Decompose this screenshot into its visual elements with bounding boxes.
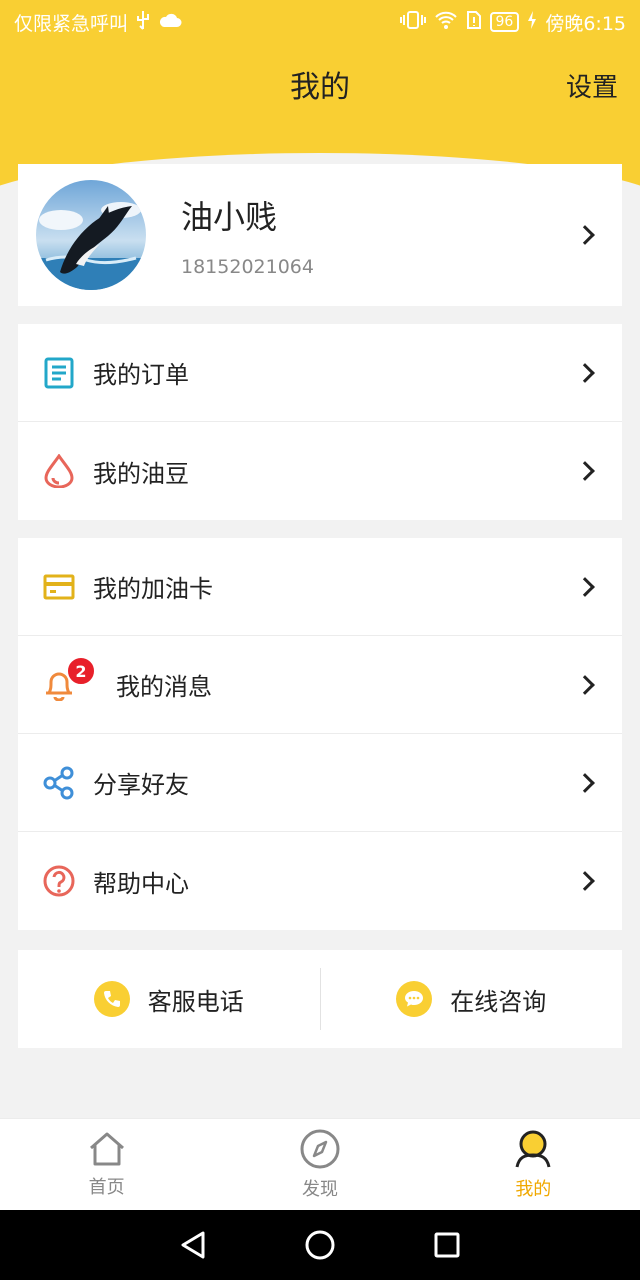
chevron-right-icon <box>575 773 595 793</box>
profile-name: 油小贱 <box>181 198 278 236</box>
menu-label: 我的油豆 <box>93 459 189 488</box>
back-icon[interactable] <box>173 1225 213 1265</box>
chevron-right-icon <box>575 363 595 383</box>
sim-icon <box>466 10 482 35</box>
online-consult-button[interactable]: 在线咨询 <box>321 950 623 1048</box>
menu-item-share[interactable]: 分享好友 <box>18 734 622 832</box>
tab-label: 我的 <box>515 1178 552 1200</box>
chevron-right-icon <box>575 577 595 597</box>
share-icon <box>42 766 76 800</box>
chat-icon <box>396 981 433 1017</box>
battery-indicator: 96 <box>489 12 520 32</box>
title-bar: 我的 设置 <box>0 60 640 116</box>
page-title: 我的 <box>290 70 350 105</box>
home-circle-icon[interactable] <box>300 1225 340 1265</box>
profile-phone: 18152021064 <box>181 256 314 278</box>
tab-discover[interactable]: 发现 <box>213 1119 426 1210</box>
unread-badge: 2 <box>66 656 96 686</box>
tab-label: 首页 <box>88 1176 125 1198</box>
recents-icon[interactable] <box>427 1225 467 1265</box>
menu-label: 帮助中心 <box>93 869 189 898</box>
usb-icon <box>136 10 150 35</box>
profile-card[interactable]: 油小贱 18152021064 <box>18 164 622 306</box>
clock: 傍晚6:15 <box>545 12 626 35</box>
help-icon <box>42 864 76 898</box>
cloud-icon <box>158 11 182 33</box>
system-nav-bar <box>0 1210 640 1280</box>
menu-item-help[interactable]: 帮助中心 <box>18 832 622 930</box>
tab-home[interactable]: 首页 <box>0 1119 213 1210</box>
menu-item-orders[interactable]: 我的订单 <box>18 324 622 422</box>
chevron-right-icon <box>575 871 595 891</box>
home-icon <box>88 1131 126 1171</box>
vibrate-icon <box>399 10 426 35</box>
menu-label: 我的加油卡 <box>93 575 213 603</box>
tab-label: 发现 <box>301 1178 338 1200</box>
profile-icon <box>513 1129 553 1173</box>
carrier-text: 仅限紧急呼叫 <box>14 12 129 35</box>
customer-service-phone-button[interactable]: 客服电话 <box>18 950 320 1048</box>
status-left: 仅限紧急呼叫 <box>14 9 182 36</box>
status-bar: 仅限紧急呼叫 96 傍晚6:15 <box>0 0 640 44</box>
tab-profile[interactable]: 我的 <box>427 1119 640 1210</box>
menu-label: 我的订单 <box>93 361 189 389</box>
menu-label: 分享好友 <box>93 771 189 799</box>
menu-item-oil-beans[interactable]: 我的油豆 <box>18 422 622 520</box>
wifi-icon <box>434 11 458 34</box>
charging-icon <box>527 10 537 34</box>
bottom-tab-bar: 首页 发现 我的 <box>0 1118 640 1210</box>
menu-group-primary: 我的订单 我的油豆 <box>18 324 622 520</box>
avatar[interactable] <box>36 180 146 290</box>
status-right: 96 傍晚6:15 <box>399 9 626 36</box>
order-list-icon <box>42 356 76 390</box>
compass-icon <box>300 1129 340 1173</box>
contact-chat-label: 在线咨询 <box>450 987 547 1016</box>
chevron-right-icon <box>575 461 595 481</box>
card-icon <box>42 570 76 604</box>
oil-drop-icon <box>42 454 76 488</box>
chevron-right-icon <box>575 675 595 695</box>
menu-item-messages[interactable]: 2 我的消息 <box>18 636 622 734</box>
contact-card: 客服电话 在线咨询 <box>18 950 622 1048</box>
menu-label: 我的消息 <box>116 673 212 701</box>
menu-item-fuel-card[interactable]: 我的加油卡 <box>18 538 622 636</box>
settings-button[interactable]: 设置 <box>566 60 618 116</box>
menu-group-secondary: 我的加油卡 2 我的消息 分享好友 帮助中心 <box>18 538 622 930</box>
phone-icon <box>93 981 130 1017</box>
contact-phone-label: 客服电话 <box>147 987 244 1016</box>
chevron-right-icon <box>575 225 595 245</box>
